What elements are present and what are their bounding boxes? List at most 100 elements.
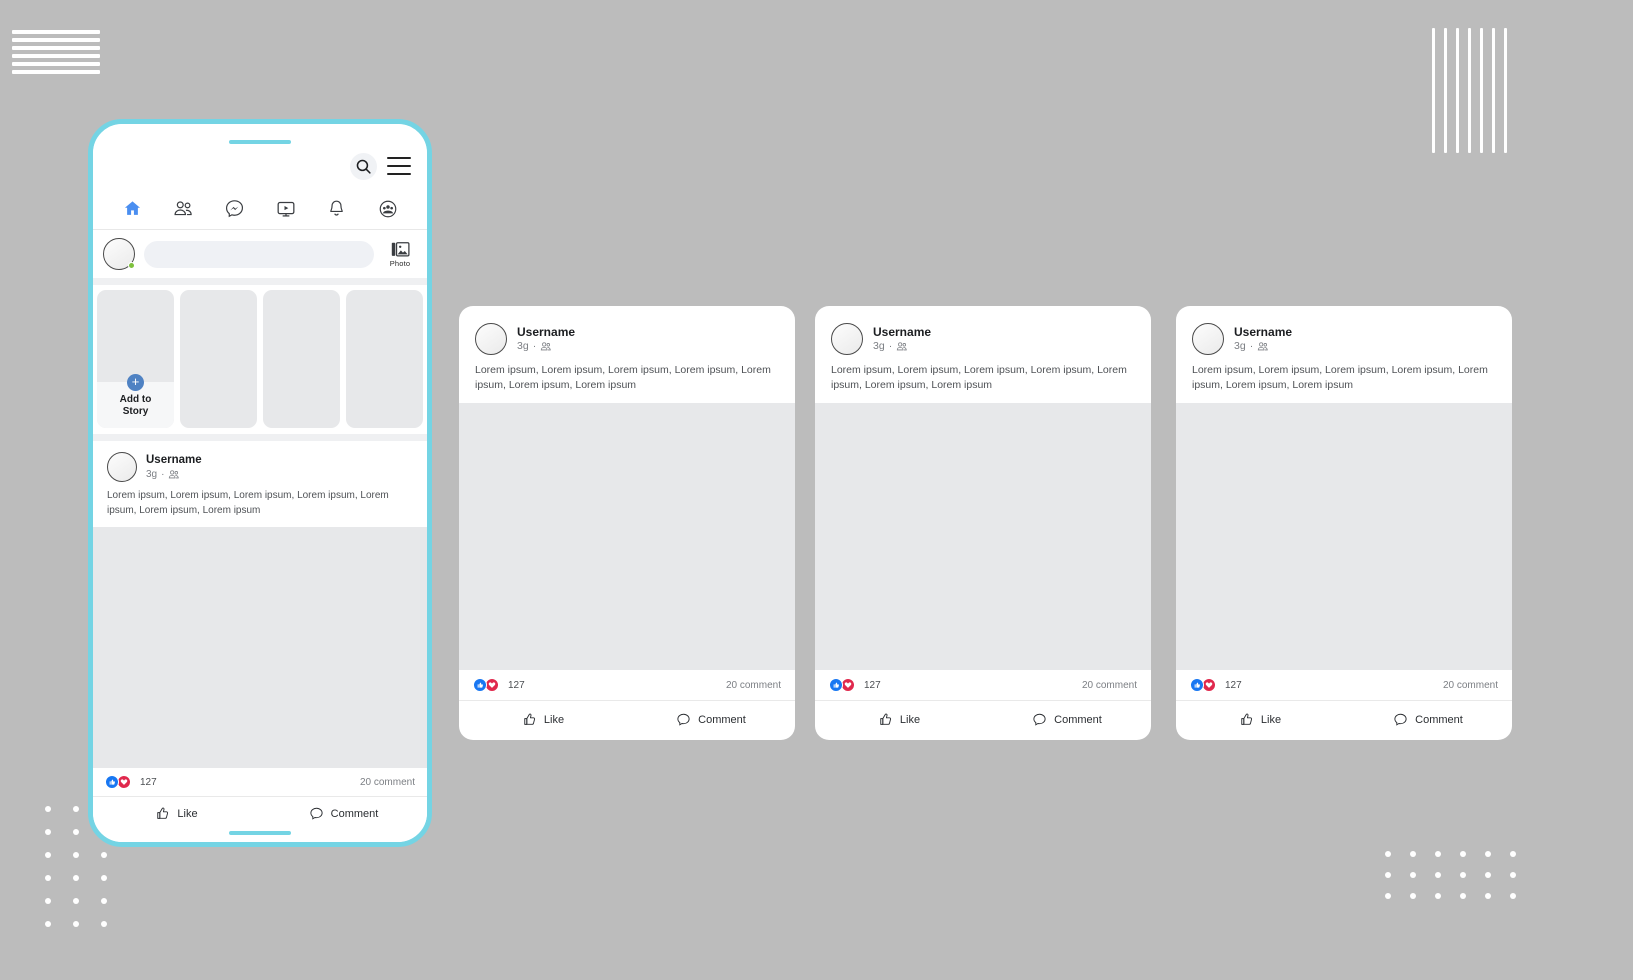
post-body-text: Lorem ipsum, Lorem ipsum, Lorem ipsum, L… [831, 364, 1127, 392]
avatar[interactable] [103, 238, 135, 270]
post-reaction-row: 127 20 comment [1176, 670, 1512, 701]
add-story-label-line2: Story [122, 405, 149, 417]
post-composer: Photo [93, 230, 427, 285]
app-navbar [93, 188, 427, 230]
comment-count: 20 comment [359, 776, 415, 788]
nav-item-watch[interactable] [271, 196, 301, 222]
heart-badge [841, 678, 855, 692]
decorative-horizontal-lines [12, 30, 100, 74]
comment-button-label: Comment [330, 807, 379, 820]
friends-audience-icon [541, 342, 551, 351]
comment-button[interactable]: Comment [260, 806, 427, 821]
story-item[interactable] [263, 290, 340, 428]
comment-button[interactable]: Comment [1344, 712, 1512, 727]
post-username: Username [1234, 324, 1293, 339]
speech-bubble-icon [1394, 713, 1407, 726]
post-body-text: Lorem ipsum, Lorem ipsum, Lorem ipsum, L… [475, 364, 771, 392]
thumbs-up-icon [157, 807, 169, 819]
like-button-label: Like [177, 807, 198, 820]
post-header: Username 3g · [93, 441, 427, 482]
nav-item-notifications[interactable] [322, 196, 352, 222]
post-action-row: Like Comment [815, 701, 1151, 740]
speech-bubble-icon [1033, 713, 1046, 726]
post-meta: 3g · [146, 468, 202, 481]
avatar[interactable] [107, 452, 137, 482]
comment-count: 20 comment [1442, 679, 1498, 691]
reaction-count: 127 [864, 679, 881, 691]
post-time: 3g [1234, 339, 1246, 352]
post-username: Username [146, 454, 202, 467]
friends-audience-icon [169, 470, 180, 479]
comment-count: 20 comment [1081, 679, 1137, 691]
thumbs-up-badge [105, 775, 119, 789]
speech-bubble-icon [677, 713, 690, 726]
search-icon[interactable] [350, 152, 377, 180]
post-time: 3g [873, 339, 885, 352]
post-meta-separator: · [888, 339, 893, 352]
post-image-placeholder[interactable] [459, 403, 795, 670]
composer-input[interactable] [144, 240, 374, 268]
heart-badge [485, 678, 499, 692]
thumbs-up-icon [880, 713, 891, 725]
nav-item-groups[interactable] [373, 196, 403, 222]
post-card: Username 3g · Lorem ipsum, Lorem ipsum, … [459, 306, 795, 740]
reaction-count: 127 [140, 776, 157, 788]
story-item[interactable] [180, 290, 257, 428]
photo-button-label: Photo [389, 258, 411, 268]
avatar[interactable] [475, 323, 507, 355]
nav-item-home[interactable] [118, 196, 148, 222]
thumbs-up-icon [1241, 713, 1252, 725]
story-add-to-story[interactable]: + Add to Story [97, 290, 174, 428]
post-body-text: Lorem ipsum, Lorem ipsum, Lorem ipsum, L… [1192, 364, 1488, 392]
post-meta-separator: · [161, 468, 165, 480]
post-image-placeholder[interactable] [1176, 403, 1512, 670]
post-meta-separator: · [1249, 339, 1254, 352]
like-button[interactable]: Like [93, 806, 260, 821]
phone-mockup: Photo + Add to Story Username 3g · Lorem… [88, 119, 432, 847]
avatar[interactable] [831, 323, 863, 355]
post-time: 3g [517, 339, 529, 352]
post-action-row: Like Comment [93, 797, 427, 831]
post-header: Username 3g · [1176, 306, 1512, 355]
post-meta-separator: · [532, 339, 537, 352]
photo-button[interactable]: Photo [383, 241, 417, 268]
like-button[interactable]: Like [459, 712, 627, 727]
story-item[interactable] [346, 290, 423, 428]
home-indicator [229, 831, 291, 835]
reaction-count: 127 [1225, 679, 1242, 691]
decorative-vertical-lines [1432, 28, 1507, 153]
hamburger-menu-icon[interactable] [387, 157, 411, 175]
thumbs-up-badge [829, 678, 843, 692]
nav-item-messenger[interactable] [220, 196, 250, 222]
post-header: Username 3g · [459, 306, 795, 355]
like-button-label: Like [1260, 713, 1282, 726]
post-reaction-row: 127 20 comment [459, 670, 795, 701]
post-action-row: Like Comment [1176, 701, 1512, 740]
post-username: Username [873, 324, 932, 339]
nav-item-friends[interactable] [169, 196, 199, 222]
post-action-row: Like Comment [459, 701, 795, 740]
friends-audience-icon [1258, 342, 1268, 351]
comment-button[interactable]: Comment [627, 712, 795, 727]
decorative-dot-grid-right [1385, 851, 1516, 899]
post-header: Username 3g · [815, 306, 1151, 355]
thumbs-up-badge [1190, 678, 1204, 692]
post-reaction-row: 127 20 comment [93, 768, 427, 797]
thumbs-up-icon [524, 713, 535, 725]
avatar[interactable] [1192, 323, 1224, 355]
add-story-label-line1: Add to [119, 394, 152, 405]
like-button-label: Like [899, 713, 921, 726]
reaction-count: 127 [508, 679, 525, 691]
comment-button-label: Comment [698, 713, 746, 726]
like-button[interactable]: Like [1176, 712, 1344, 727]
image-icon [391, 241, 410, 256]
post-image-placeholder[interactable] [93, 527, 427, 768]
post-meta: 3g · [517, 340, 575, 354]
comment-button-label: Comment [1415, 713, 1463, 726]
mockup-canvas: Photo + Add to Story Username 3g · Lorem… [0, 0, 1633, 980]
comment-button[interactable]: Comment [983, 712, 1151, 727]
post-username: Username [517, 324, 576, 339]
post-image-placeholder[interactable] [815, 403, 1151, 670]
plus-circle-icon: + [127, 374, 144, 391]
like-button[interactable]: Like [815, 712, 983, 727]
